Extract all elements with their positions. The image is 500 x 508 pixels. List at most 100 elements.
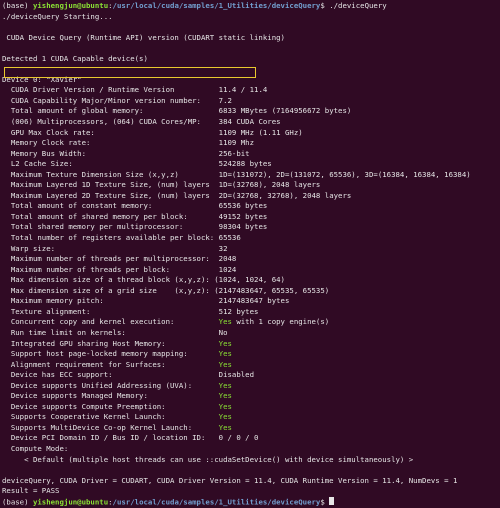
- property-value: 49152 bytes: [218, 211, 268, 221]
- property-label: CUDA Capability Major/Minor version numb…: [2, 95, 219, 105]
- property-row: Support host page-locked memory mapping:…: [2, 349, 500, 360]
- property-row: CUDA Driver Version / Runtime Version 11…: [2, 85, 500, 96]
- property-row: Maximum Layered 2D Texture Size, (num) l…: [2, 191, 500, 202]
- property-row: Total amount of shared memory per block:…: [2, 212, 500, 223]
- property-value: 2048: [218, 254, 237, 264]
- text-cursor: [329, 496, 334, 506]
- property-value: 384 CUDA Cores: [218, 117, 281, 127]
- property-label: Texture alignment:: [2, 306, 219, 316]
- property-label: Maximum memory pitch:: [2, 296, 219, 306]
- property-row: Memory Clock rate: 1109 Mhz: [2, 138, 500, 149]
- property-value: 65536 bytes: [218, 201, 268, 211]
- property-label: Max dimension size of a thread block (x,…: [2, 275, 215, 285]
- user-host: yishengjun@ubuntu: [32, 1, 109, 10]
- property-value: 32: [218, 243, 228, 253]
- prompt-symbol: $: [320, 1, 330, 10]
- property-label: Memory Clock rate:: [2, 138, 219, 148]
- working-directory: /usr/local/cuda/samples/1_Utilities/devi…: [112, 1, 321, 10]
- property-value: 11.4 / 11.4: [218, 85, 268, 95]
- command-text: ./deviceQuery: [329, 1, 387, 10]
- command-prompt-line[interactable]: (base) yishengjun@ubuntu:/usr/local/cuda…: [2, 496, 500, 508]
- property-label: Device PCI Domain ID / Bus ID / location…: [2, 433, 219, 443]
- property-label: GPU Max Clock rate:: [2, 127, 219, 137]
- property-row: Concurrent copy and kernel execution: Ye…: [2, 317, 500, 328]
- property-value: (2147483647, 65535, 65535): [214, 285, 330, 295]
- property-value: 1D=(131072), 2D=(131072, 65536), 3D=(163…: [218, 169, 471, 179]
- property-row: Memory Bus Width: 256-bit: [2, 149, 500, 160]
- output-detected: Detected 1 CUDA Capable device(s): [2, 53, 148, 63]
- output-summary: deviceQuery, CUDA Driver = CUDART, CUDA …: [2, 475, 458, 485]
- property-row: Supports Cooperative Kernel Launch: Yes: [2, 412, 500, 423]
- property-value: (1024, 1024, 64): [214, 275, 285, 285]
- property-label: Support host page-locked memory mapping:: [2, 349, 219, 359]
- property-value: 98304 bytes: [218, 222, 268, 232]
- output-starting: ./deviceQuery Starting...: [2, 11, 113, 21]
- property-value: 1024: [218, 264, 237, 274]
- property-value: Yes: [218, 422, 232, 432]
- property-row: Run time limit on kernels: No: [2, 328, 500, 339]
- property-label: Memory Bus Width:: [2, 148, 219, 158]
- property-row: Max dimension size of a thread block (x,…: [2, 275, 500, 286]
- property-row: Device supports Managed Memory: Yes: [2, 391, 500, 402]
- property-value: 1D=(32768), 2048 layers: [218, 180, 321, 190]
- property-row: Maximum Texture Dimension Size (x,y,z) 1…: [2, 170, 500, 181]
- property-row: Device supports Compute Preemption: Yes: [2, 402, 500, 413]
- property-row: Maximum Layered 1D Texture Size, (num) l…: [2, 180, 500, 191]
- property-label: Total amount of shared memory per block:: [2, 211, 219, 221]
- property-value: Yes: [218, 359, 232, 369]
- property-label: Concurrent copy and kernel execution:: [2, 317, 219, 327]
- property-label: Supports MultiDevice Co-op Kernel Launch…: [2, 422, 219, 432]
- command-prompt-line: (base) yishengjun@ubuntu:/usr/local/cuda…: [2, 1, 500, 12]
- property-label: Run time limit on kernels:: [2, 327, 219, 337]
- property-label: Total amount of constant memory:: [2, 201, 219, 211]
- property-row: Texture alignment: 512 bytes: [2, 307, 500, 318]
- property-label: Device supports Unified Addressing (UVA)…: [2, 380, 219, 390]
- property-value: 0 / 0 / 0: [218, 433, 259, 443]
- property-label: Max dimension size of a grid size (x,y,z…: [2, 285, 215, 295]
- property-row: Device has ECC support: Disabled: [2, 370, 500, 381]
- property-value: Yes: [218, 412, 232, 422]
- property-value: No: [218, 327, 228, 337]
- property-label: Supports Cooperative Kernel Launch:: [2, 412, 219, 422]
- property-label: Device supports Compute Preemption:: [2, 401, 219, 411]
- property-value: Yes: [218, 401, 232, 411]
- property-value: Disabled: [218, 370, 255, 380]
- property-row: Maximum memory pitch: 2147483647 bytes: [2, 296, 500, 307]
- property-row: Total amount of constant memory: 65536 b…: [2, 201, 500, 212]
- output-compute-mode-value: < Default (multiple host threads can use…: [2, 454, 414, 464]
- property-value: 2147483647 bytes: [218, 296, 290, 306]
- working-directory: /usr/local/cuda/samples/1_Utilities/devi…: [112, 497, 321, 507]
- property-row: Total shared memory per multiprocessor: …: [2, 222, 500, 233]
- property-row: CUDA Capability Major/Minor version numb…: [2, 96, 500, 107]
- property-value: 6833 MBytes (7164956672 bytes): [218, 106, 352, 116]
- property-label: CUDA Driver Version / Runtime Version: [2, 85, 219, 95]
- property-value: Yes: [218, 349, 232, 359]
- property-row: Total number of registers available per …: [2, 233, 500, 244]
- conda-env: (base): [2, 1, 33, 10]
- property-label: Total shared memory per multiprocessor:: [2, 222, 219, 232]
- property-row: Alignment requirement for Surfaces: Yes: [2, 360, 500, 371]
- output-device: Device 0: "Xavier": [2, 74, 82, 84]
- property-value: Yes: [218, 391, 232, 401]
- property-value: 7.2: [218, 95, 232, 105]
- property-row: Max dimension size of a grid size (x,y,z…: [2, 286, 500, 297]
- output-compute-mode-label: Compute Mode:: [2, 443, 69, 453]
- property-label: Integrated GPU sharing Host Memory:: [2, 338, 219, 348]
- property-label: Alignment requirement for Surfaces:: [2, 359, 219, 369]
- property-label: Maximum number of threads per multiproce…: [2, 254, 219, 264]
- property-label: Device supports Managed Memory:: [2, 391, 219, 401]
- property-row: Maximum number of threads per multiproce…: [2, 254, 500, 265]
- property-row: Supports MultiDevice Co-op Kernel Launch…: [2, 423, 500, 434]
- property-value: 65536: [218, 233, 241, 243]
- terminal-window[interactable]: (base) yishengjun@ubuntu:/usr/local/cuda…: [0, 0, 500, 506]
- property-value: Yes: [218, 380, 232, 390]
- property-label: L2 Cache Size:: [2, 159, 219, 169]
- property-label: Total number of registers available per …: [2, 233, 219, 243]
- output-title: CUDA Device Query (Runtime API) version …: [2, 32, 285, 42]
- property-value: 2D=(32768, 32768), 2048 layers: [218, 190, 352, 200]
- conda-env: (base): [2, 497, 33, 507]
- property-label: Total amount of global memory:: [2, 106, 219, 116]
